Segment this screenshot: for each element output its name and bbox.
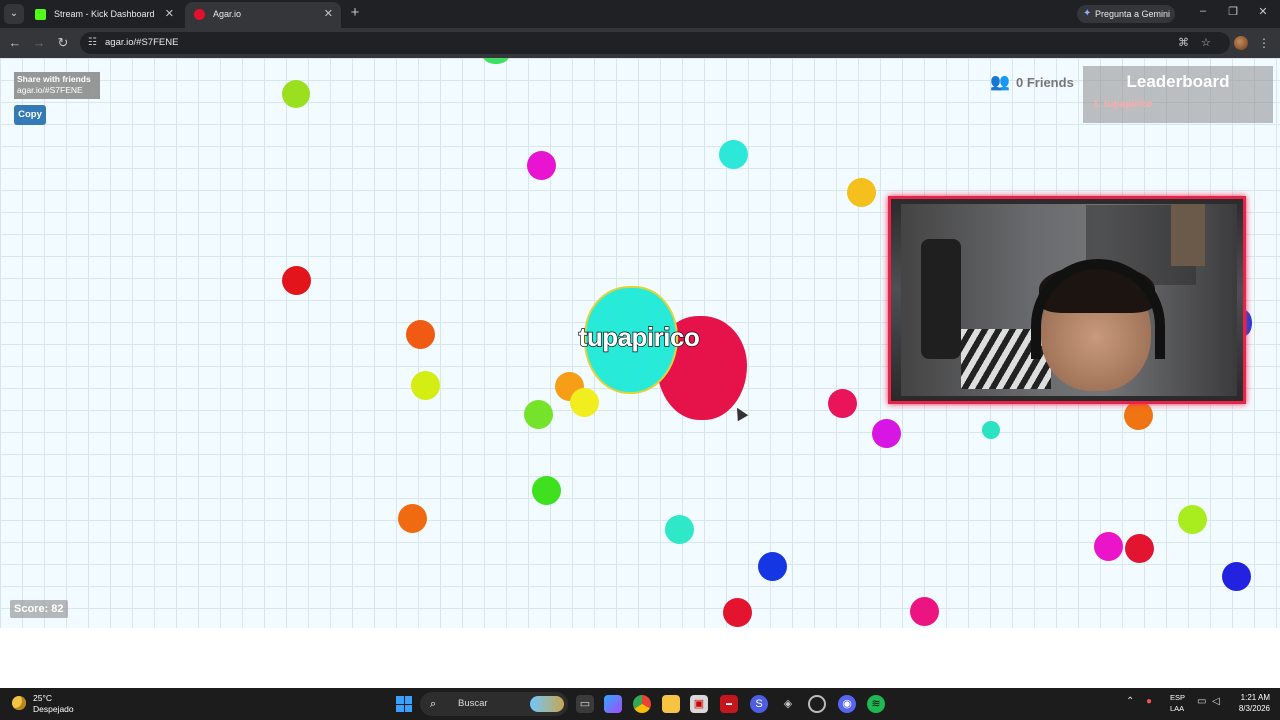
pellet — [483, 58, 509, 64]
volume-icon[interactable]: ◁ — [1212, 696, 1220, 707]
friends-counter[interactable]: 👥 0 Friends — [990, 73, 1074, 93]
close-tab-icon[interactable]: ✕ — [324, 2, 333, 26]
tab-bar: ⌄ Stream - Kick Dashboard ✕ Agar.io ✕ + … — [0, 0, 1280, 28]
pellet — [524, 400, 553, 429]
widgets-icon[interactable] — [604, 695, 622, 713]
tab-kick-dashboard[interactable]: Stream - Kick Dashboard ✕ — [26, 2, 182, 28]
minimize-icon[interactable]: – — [1193, 5, 1213, 17]
taskbar-search[interactable]: ⌕ Buscar — [420, 692, 568, 716]
mouse-cursor-icon — [731, 404, 749, 422]
pellet — [532, 476, 561, 505]
share-title: Share with friends — [17, 74, 91, 84]
pellet — [1094, 532, 1123, 561]
profile-avatar[interactable] — [1234, 36, 1248, 50]
kick-favicon-icon — [35, 9, 46, 20]
gemini-spark-icon: ✦ — [1083, 8, 1092, 19]
pellet — [828, 389, 857, 418]
pellet — [1178, 505, 1207, 534]
friends-label: 0 Friends — [1016, 75, 1074, 90]
site-settings-icon[interactable]: ☷ — [88, 35, 100, 51]
pellet — [665, 515, 694, 544]
reload-icon[interactable]: ↻ — [54, 34, 72, 52]
file-explorer-icon[interactable] — [662, 695, 680, 713]
pellet — [398, 504, 427, 533]
close-window-icon[interactable]: ✕ — [1253, 5, 1273, 18]
pellet — [527, 151, 556, 180]
webcam-overlay — [888, 196, 1246, 404]
pellet — [1222, 562, 1251, 591]
video-editor-icon[interactable]: ▣ — [690, 695, 708, 713]
game-canvas[interactable]: tupapirico Share with friends agar.io/#S… — [0, 58, 1280, 628]
microphone-icon[interactable]: ● — [1146, 696, 1152, 707]
recorder-app-icon[interactable]: ▬ — [720, 695, 738, 713]
pellet — [872, 419, 901, 448]
forward-icon[interactable]: → — [30, 34, 48, 52]
search-highlight-image — [530, 696, 564, 712]
share-link[interactable]: agar.io/#S7FENE — [17, 85, 97, 96]
pellet — [282, 80, 310, 108]
pellet — [570, 388, 599, 417]
gemini-label: Pregunta a Gemini — [1095, 9, 1171, 19]
windows-start-icon[interactable] — [396, 696, 412, 712]
omnibox[interactable]: ☷ agar.io/#S7FENE ⌘ ☆ — [80, 32, 1230, 54]
keyboard-layout[interactable]: LAA — [1170, 704, 1184, 714]
pellet — [758, 552, 787, 581]
discord-icon[interactable]: ◉ — [838, 695, 856, 713]
task-view-icon[interactable]: ▭ — [576, 695, 594, 713]
webcam-speaker — [921, 239, 961, 359]
pellet — [910, 597, 939, 626]
tray-overflow-icon[interactable]: ⌃ — [1126, 696, 1134, 707]
weather-moon-icon[interactable] — [12, 696, 26, 710]
leaderboard-entry: 1. tupapirico — [1093, 99, 1153, 110]
clock-date[interactable]: 8/3/2026 — [1226, 704, 1270, 714]
obs-icon[interactable] — [808, 695, 826, 713]
game-controller-icon[interactable]: ◈ — [779, 695, 797, 713]
pellet — [282, 266, 311, 295]
weather-temperature[interactable]: 25°C — [33, 693, 52, 703]
pellet — [847, 178, 876, 207]
tab-title: Agar.io — [213, 9, 242, 19]
search-label: Buscar — [458, 698, 488, 709]
new-tab-button[interactable]: + — [346, 4, 364, 22]
webcam-poster — [1171, 204, 1205, 266]
player-name-label: tupapirico — [578, 321, 701, 352]
tab-agario[interactable]: Agar.io ✕ — [185, 2, 341, 28]
weather-condition[interactable]: Despejado — [33, 704, 74, 714]
tab-title: Stream - Kick Dashboard — [54, 9, 155, 19]
agario-favicon-icon — [194, 9, 205, 20]
search-icon: ⌕ — [430, 698, 437, 710]
pellet — [719, 140, 748, 169]
score-label: Score: 82 — [10, 600, 68, 618]
leaderboard-title: Leaderboard — [1126, 72, 1230, 91]
translate-icon[interactable]: ⌘ — [1178, 35, 1189, 51]
taskbar: 25°C Despejado ⌕ Buscar ▭ ▣ ▬ S ◈ ◉ ≋ ⌃ … — [0, 688, 1280, 720]
tab-search-button[interactable]: ⌄ — [4, 4, 24, 24]
close-tab-icon[interactable]: ✕ — [165, 2, 174, 26]
gemini-button[interactable]: ✦ Pregunta a Gemini — [1077, 5, 1175, 23]
address-bar: ← → ↻ ☷ agar.io/#S7FENE ⌘ ☆ ⋮ — [0, 28, 1280, 58]
chrome-icon[interactable] — [633, 695, 651, 713]
pellet — [723, 598, 752, 627]
spotify-icon[interactable]: ≋ — [867, 695, 885, 713]
friends-icon: 👥 — [990, 74, 1010, 91]
pellet — [982, 421, 1000, 439]
page-footer-blank — [0, 628, 1280, 688]
pellet — [411, 371, 440, 400]
bookmark-star-icon[interactable]: ☆ — [1201, 35, 1211, 51]
clock-time[interactable]: 1:21 AM — [1236, 693, 1270, 703]
url-text[interactable]: agar.io/#S7FENE — [105, 32, 178, 54]
network-icon[interactable]: ▭ — [1197, 696, 1206, 707]
share-box: Share with friends agar.io/#S7FENE — [14, 72, 100, 99]
back-icon[interactable]: ← — [6, 34, 24, 52]
menu-icon[interactable]: ⋮ — [1258, 34, 1270, 52]
language-code[interactable]: ESP — [1170, 693, 1185, 703]
copy-button[interactable]: Copy — [14, 105, 46, 125]
restore-icon[interactable]: ❐ — [1223, 5, 1243, 18]
pellet — [406, 320, 435, 349]
pellet — [1124, 401, 1153, 430]
pellet — [1125, 534, 1154, 563]
skype-like-icon[interactable]: S — [750, 695, 768, 713]
leaderboard: Leaderboard 1. tupapirico — [1083, 66, 1273, 123]
